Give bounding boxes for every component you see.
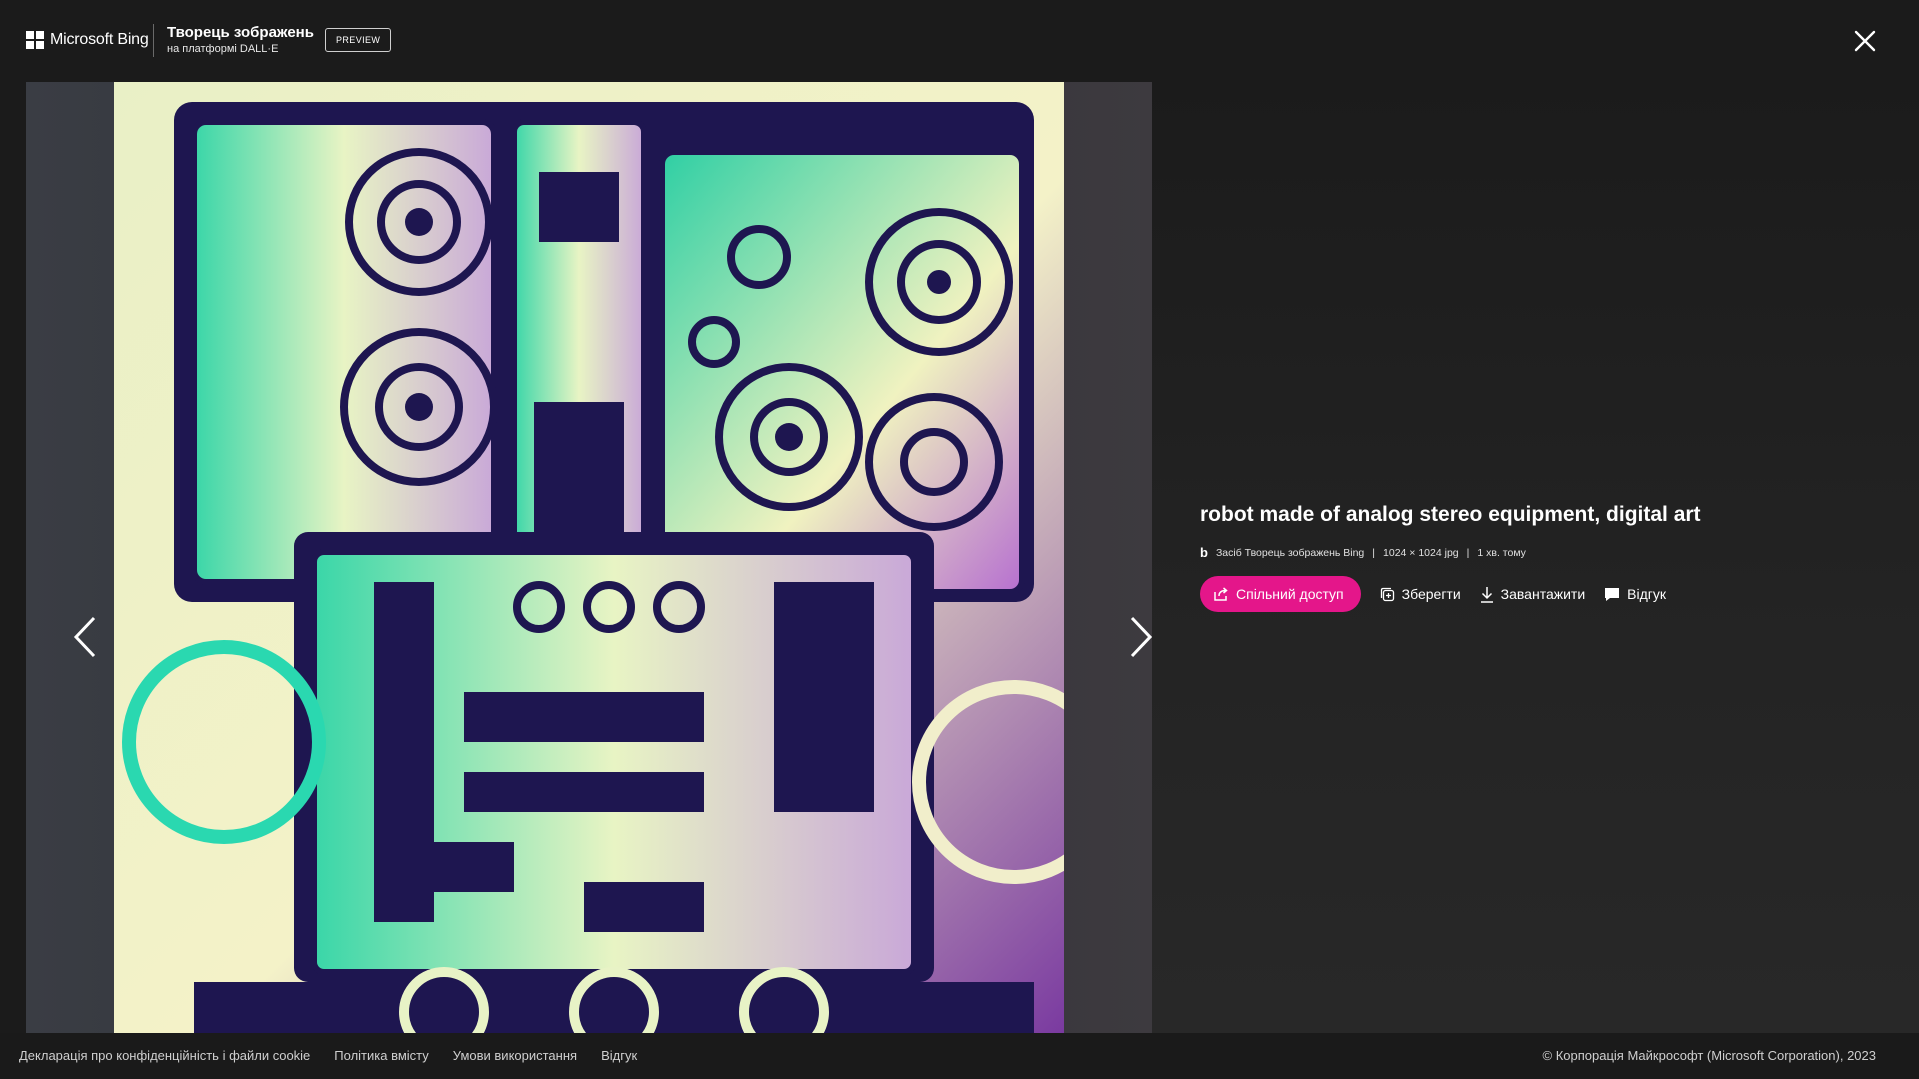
preview-badge: PREVIEW — [325, 28, 392, 52]
footer-link-content-policy[interactable]: Політика вмісту — [334, 1048, 428, 1063]
download-icon — [1480, 586, 1493, 603]
save-button[interactable]: Зберегти — [1380, 586, 1461, 602]
collection-add-icon — [1380, 587, 1394, 601]
footer-link-privacy[interactable]: Декларація про конфіденційність і файли … — [19, 1048, 310, 1063]
generated-image[interactable] — [114, 82, 1064, 1033]
footer-links: Декларація про конфіденційність і файли … — [19, 1048, 661, 1063]
chevron-right-icon — [1130, 616, 1152, 658]
image-title: robot made of analog stereo equipment, d… — [1200, 503, 1701, 526]
close-button[interactable] — [1852, 28, 1878, 54]
close-icon — [1854, 30, 1876, 52]
copyright: © Корпорація Майкрософт (Microsoft Corpo… — [1542, 1048, 1876, 1063]
image-dimensions: 1024 × 1024 jpg — [1383, 546, 1459, 559]
product-name[interactable]: Творець зображень на платформі DALL·E — [167, 24, 314, 56]
image-viewer — [26, 82, 1152, 1033]
download-button[interactable]: Завантажити — [1480, 586, 1586, 603]
feedback-button[interactable]: Відгук — [1604, 586, 1666, 602]
header-divider — [153, 24, 154, 57]
microsoft-logo-icon — [26, 31, 44, 49]
feedback-icon — [1605, 587, 1620, 601]
share-label: Спільний доступ — [1236, 586, 1344, 602]
header: Microsoft Bing Творець зображень на плат… — [0, 0, 1919, 82]
product-title: Творець зображень — [167, 24, 314, 41]
share-icon — [1214, 587, 1228, 601]
previous-image-button[interactable] — [70, 614, 100, 660]
meta-separator: | — [1466, 546, 1470, 559]
feedback-label: Відгук — [1627, 586, 1667, 602]
image-actions: Спільний доступ Зберегти Завантажити Від… — [1200, 576, 1666, 612]
next-image-button[interactable] — [1126, 614, 1152, 660]
brand-name: Microsoft Bing — [50, 31, 149, 48]
footer: Декларація про конфіденційність і файли … — [0, 1033, 1919, 1079]
footer-link-terms[interactable]: Умови використання — [453, 1048, 577, 1063]
footer-link-feedback[interactable]: Відгук — [601, 1048, 637, 1063]
chevron-left-icon — [73, 616, 96, 658]
download-label: Завантажити — [1500, 586, 1586, 602]
save-label: Зберегти — [1401, 586, 1461, 602]
image-time: 1 хв. тому — [1477, 546, 1526, 559]
product-subtitle: на платформі DALL·E — [167, 43, 279, 55]
image-source: Засіб Творець зображень Bing — [1215, 546, 1365, 559]
image-metadata: b Засіб Творець зображень Bing | 1024 × … — [1200, 545, 1526, 560]
share-button[interactable]: Спільний доступ — [1200, 576, 1361, 612]
bing-b-icon: b — [1200, 545, 1208, 560]
bing-logo[interactable]: Microsoft Bing — [26, 31, 149, 49]
meta-separator: | — [1372, 546, 1376, 559]
